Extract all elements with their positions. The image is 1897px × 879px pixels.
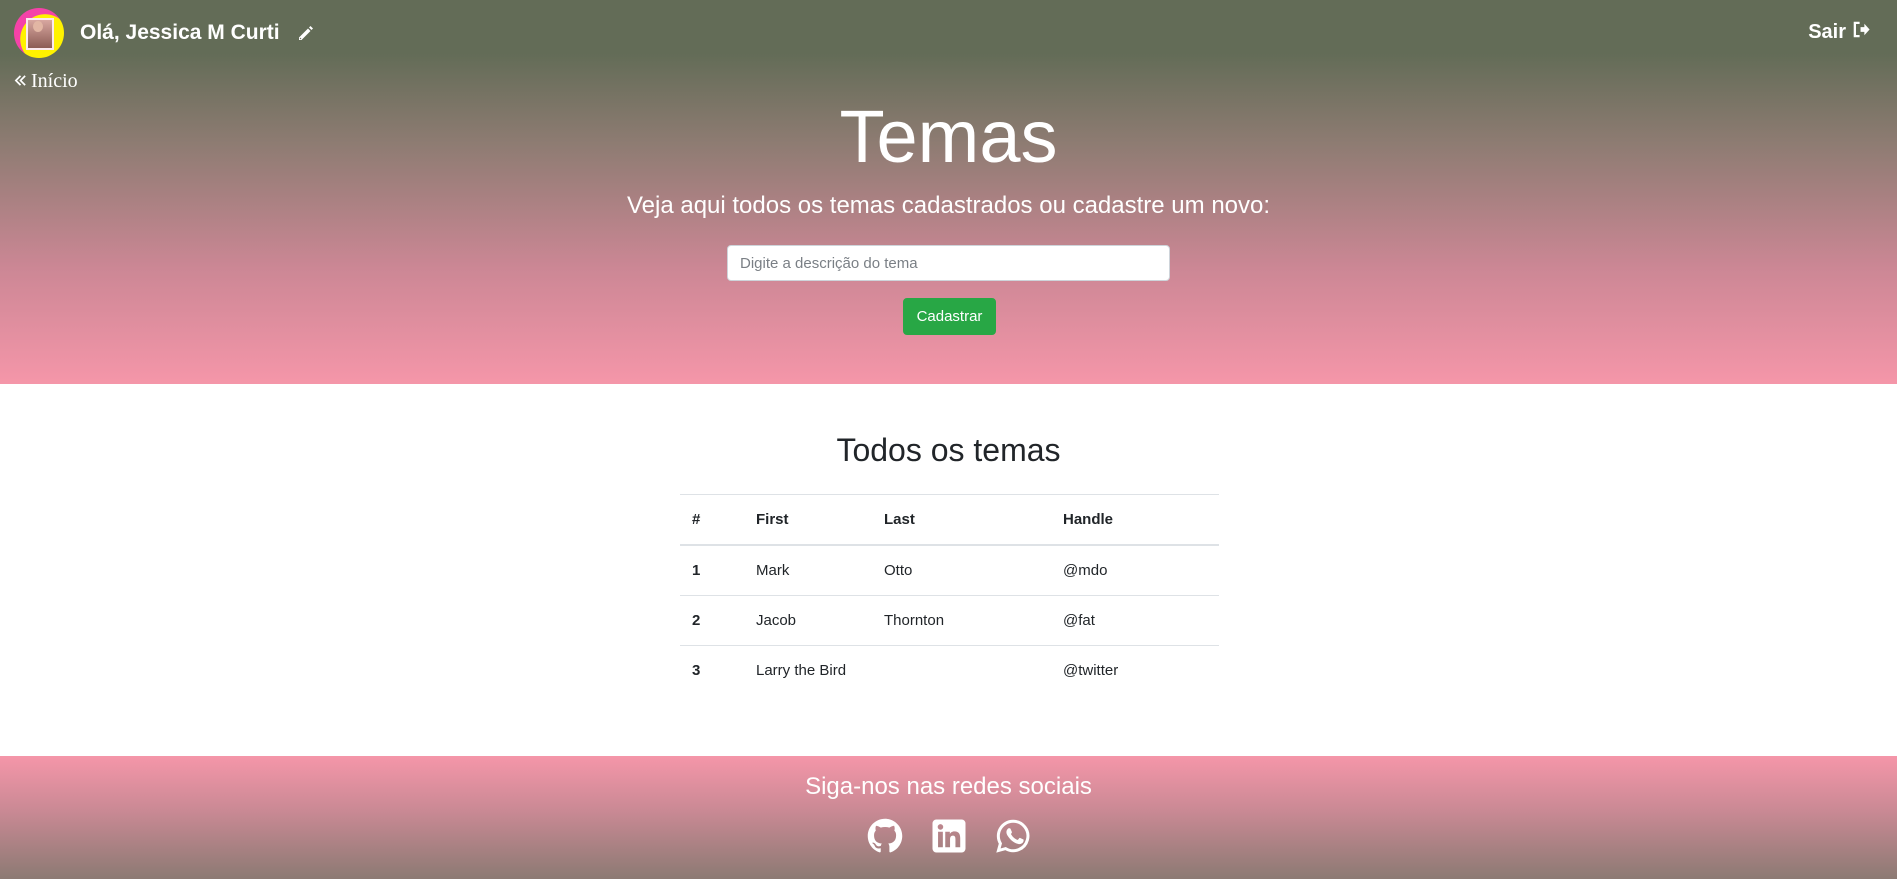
- row-number: 2: [680, 595, 744, 646]
- page-subtitle: Veja aqui todos os temas cadastrados ou …: [626, 192, 1271, 219]
- themes-table: # First Last Handle 1 Mark Otto @mdo 2 J…: [680, 494, 1219, 695]
- theme-description-input[interactable]: [727, 245, 1170, 281]
- table-header-row: # First Last Handle: [680, 494, 1219, 546]
- social-links: [0, 818, 1897, 854]
- avatar[interactable]: [14, 8, 64, 58]
- linkedin-icon[interactable]: [931, 818, 967, 854]
- column-header: First: [744, 494, 872, 546]
- page-title: Temas: [839, 95, 1058, 178]
- logout-button[interactable]: Sair: [1808, 20, 1871, 45]
- cell-first: Larry the Bird: [744, 645, 872, 695]
- row-number: 1: [680, 544, 744, 596]
- avatar-face: [33, 21, 43, 32]
- table-row: 3 Larry the Bird @twitter: [680, 645, 1219, 695]
- double-chevron-left-icon: [14, 70, 27, 93]
- user-bar: Olá, Jessica M Curti: [14, 8, 316, 58]
- pencil-icon[interactable]: [296, 23, 316, 43]
- table-row: 1 Mark Otto @mdo: [680, 544, 1219, 596]
- back-home-link[interactable]: Início: [14, 70, 78, 93]
- cell-last: Thornton: [872, 595, 1051, 646]
- github-icon[interactable]: [867, 818, 903, 854]
- footer-title: Siga-nos nas redes sociais: [805, 773, 1092, 800]
- column-header: Last: [872, 494, 1051, 546]
- back-home-label: Início: [31, 70, 78, 92]
- column-header: #: [680, 494, 744, 546]
- cell-last: [872, 645, 1051, 695]
- footer: Siga-nos nas redes sociais: [0, 756, 1897, 879]
- cell-first: Mark: [744, 544, 872, 596]
- table-row: 2 Jacob Thornton @fat: [680, 595, 1219, 646]
- whatsapp-icon[interactable]: [995, 818, 1031, 854]
- cell-last: Otto: [872, 544, 1051, 596]
- cell-first: Jacob: [744, 595, 872, 646]
- logout-label: Sair: [1808, 21, 1846, 43]
- row-number: 3: [680, 645, 744, 695]
- cell-handle: @mdo: [1051, 544, 1219, 596]
- hero-banner: Olá, Jessica M Curti Sair Início Temas V…: [0, 0, 1897, 384]
- column-header: Handle: [1051, 494, 1219, 546]
- sign-out-icon: [1852, 20, 1871, 45]
- user-greeting: Olá, Jessica M Curti: [80, 21, 280, 44]
- cell-handle: @fat: [1051, 595, 1219, 646]
- themes-list-section: Todos os temas # First Last Handle 1 Mar…: [0, 384, 1897, 756]
- register-button[interactable]: Cadastrar: [903, 298, 996, 335]
- cell-handle: @twitter: [1051, 645, 1219, 695]
- list-title: Todos os temas: [836, 432, 1061, 468]
